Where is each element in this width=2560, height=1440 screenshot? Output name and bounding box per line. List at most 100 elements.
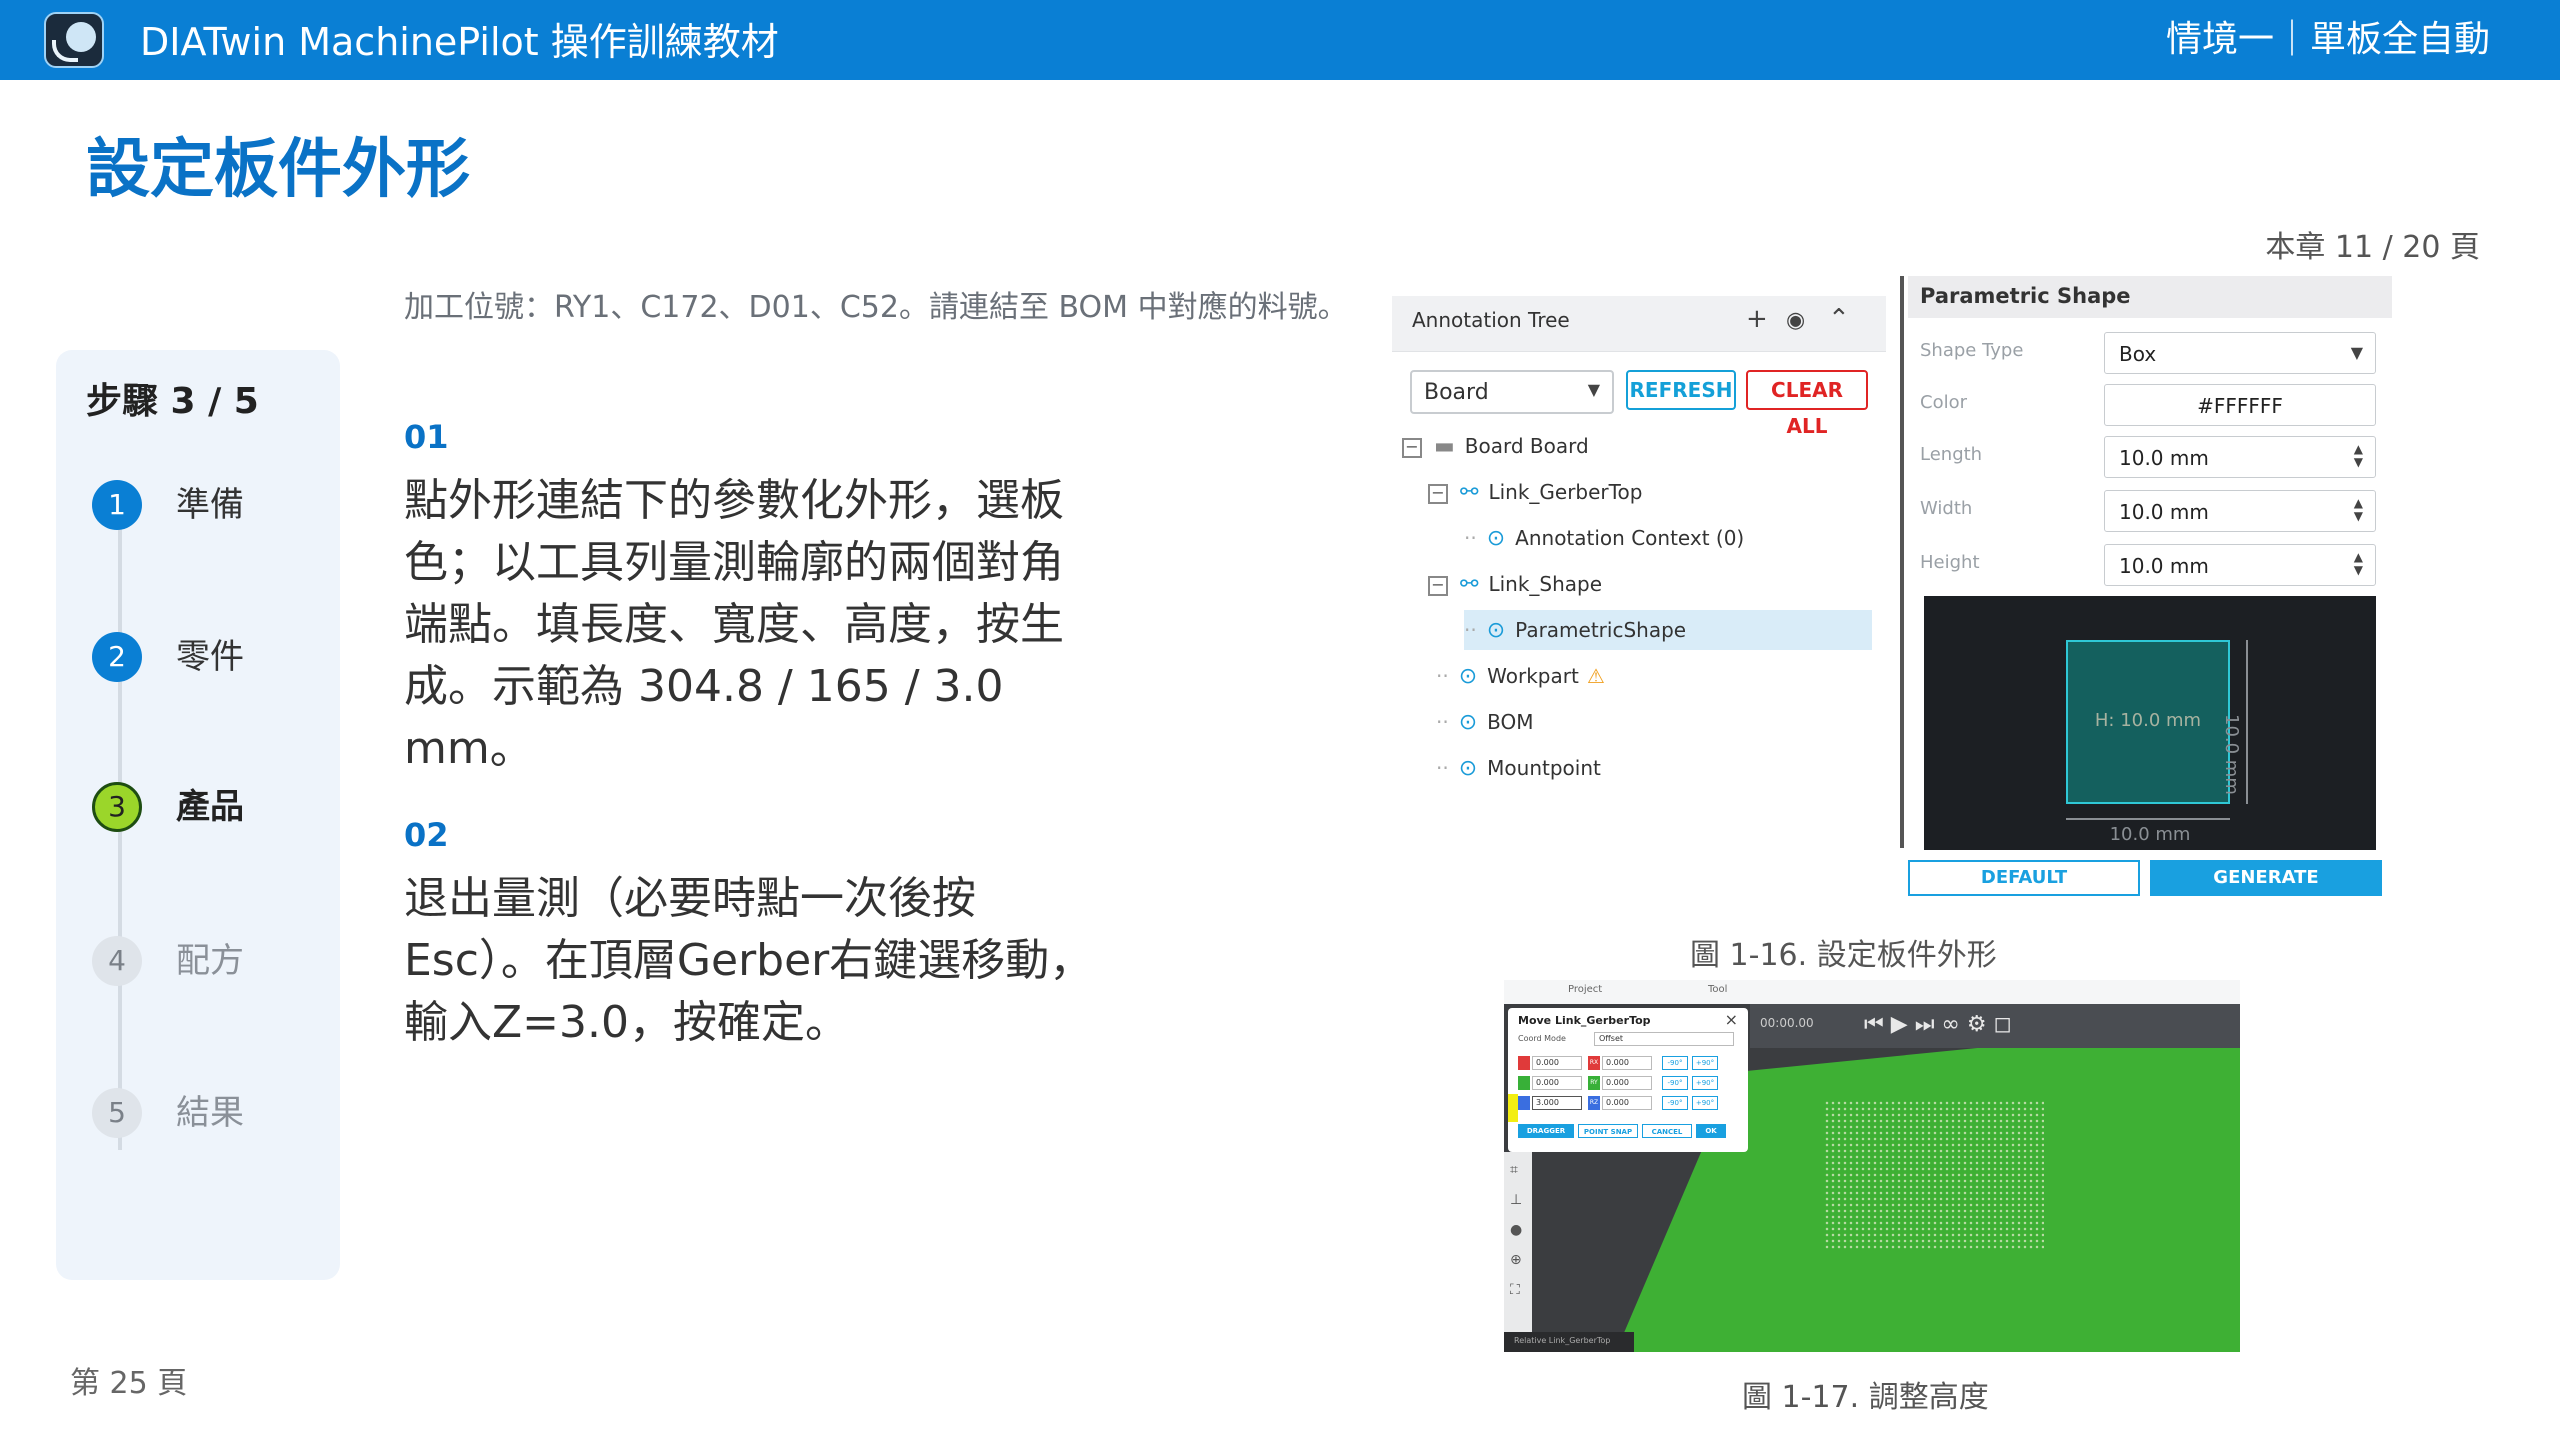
add-icon[interactable]: + — [1746, 304, 1768, 334]
shape-preview: H: 10.0 mm 10.0 mm 10.0 mm — [1924, 596, 2376, 850]
preview-center-label: H: 10.0 mm — [2094, 710, 2202, 731]
panel-title: Parametric Shape — [1920, 284, 2131, 308]
step-label: 結果 — [176, 1093, 244, 1133]
field-label: Coord Mode — [1518, 1034, 1566, 1043]
tree-node-workpart[interactable]: ·· ⊙ Workpart ⚠ — [1436, 656, 1872, 696]
panel-splitter[interactable] — [1900, 276, 1904, 848]
rotation-axis-label: RX — [1588, 1056, 1600, 1070]
refresh-button[interactable]: REFRESH — [1626, 370, 1736, 410]
page-title: 設定板件外形 — [86, 133, 470, 207]
minus-90-button[interactable]: -90° — [1662, 1076, 1688, 1090]
ok-button[interactable]: OK — [1696, 1124, 1726, 1138]
app-logo-icon — [44, 12, 104, 68]
tree-node-label: Annotation Context (0) — [1515, 526, 1745, 550]
measure-icon[interactable]: ⌗ — [1510, 1162, 1518, 1178]
step-1[interactable]: 1 準備 — [92, 474, 332, 534]
field-value: 10.0 mm — [2119, 554, 2209, 578]
step-4[interactable]: 4 配方 — [92, 930, 332, 990]
stepper-arrows-icon[interactable]: ▲ ▼ — [2354, 551, 2363, 577]
stepper-arrows-icon[interactable]: ▲ ▼ — [2354, 443, 2363, 469]
step-count: 步驟 3 / 5 — [86, 381, 259, 422]
offset-y-input[interactable]: 0.000 — [1532, 1076, 1582, 1090]
tab-project[interactable]: Project — [1568, 984, 1602, 995]
rotation-x-input[interactable]: 0.000 — [1602, 1056, 1652, 1070]
pcb-pattern — [1824, 1100, 2044, 1250]
offset-row-y: 0.000 RY 0.000 -90° +90° — [1518, 1076, 1738, 1094]
minus-90-button[interactable]: -90° — [1662, 1056, 1688, 1070]
length-stepper[interactable]: 10.0 mm ▲ ▼ — [2104, 436, 2376, 478]
figure-move-dialog: Project Tool 00:00.00 ⏮ ▶ ⏭ ∞ ⚙ ◻ Move L… — [1504, 980, 2240, 1352]
offset-x-input[interactable]: 0.000 — [1532, 1056, 1582, 1070]
collapse-box-icon[interactable]: − — [1428, 483, 1448, 504]
collapse-box-icon[interactable]: − — [1402, 437, 1422, 458]
ribbon-strip: Project Tool — [1504, 980, 2240, 1004]
tree-node-link-shape[interactable]: − ⚯ Link_Shape — [1428, 564, 1872, 604]
step-label: 零件 — [176, 637, 244, 677]
step-3[interactable]: 3 產品 — [92, 776, 332, 836]
fit-icon[interactable]: ⛶ — [1510, 1282, 1520, 1298]
tree-node-label: Mountpoint — [1487, 756, 1601, 780]
close-icon[interactable]: × — [1725, 1010, 1738, 1029]
generate-button[interactable]: GENERATE — [2150, 860, 2382, 896]
height-dimension-line — [2246, 640, 2248, 804]
axis-icon[interactable]: ⊥ — [1510, 1192, 1522, 1208]
color-field[interactable]: #FFFFFF — [2104, 384, 2376, 426]
rotation-y-input[interactable]: 0.000 — [1602, 1076, 1652, 1090]
tree-title: Annotation Tree — [1412, 308, 1570, 332]
scene-label: 情境一｜單板全自動 — [2165, 19, 2490, 60]
figure-caption: 圖 1-16. 設定板件外形 — [1690, 938, 1997, 973]
width-stepper[interactable]: 10.0 mm ▲ ▼ — [2104, 490, 2376, 532]
steps-sidebar: 步驟 3 / 5 1 準備 2 零件 3 產品 4 配方 5 結果 — [56, 350, 340, 1280]
preview-box: H: 10.0 mm — [2066, 640, 2230, 804]
playback-bar: 00:00.00 ⏮ ▶ ⏭ ∞ ⚙ ◻ — [1750, 1004, 2240, 1048]
rotation-z-input[interactable]: 0.000 — [1602, 1096, 1652, 1110]
tree-node-parametric-shape[interactable]: ·· ⊙ ParametricShape — [1464, 610, 1872, 650]
width-dimension-line — [2066, 818, 2230, 820]
tree-node-annotation-context[interactable]: ·· ⊙ Annotation Context (0) — [1464, 518, 1872, 558]
step-number: 4 — [92, 936, 142, 986]
field-value: 10.0 mm — [2119, 446, 2209, 470]
tree-filter-select[interactable]: Board ▼ — [1410, 370, 1614, 414]
height-stepper[interactable]: 10.0 mm ▲ ▼ — [2104, 544, 2376, 586]
sphere-icon[interactable]: ● — [1510, 1222, 1522, 1238]
plus-90-button[interactable]: +90° — [1692, 1076, 1718, 1090]
rotation-axis-label: RY — [1588, 1076, 1600, 1090]
step-5[interactable]: 5 結果 — [92, 1082, 332, 1142]
section-number: 02 — [404, 816, 449, 854]
coord-mode-select[interactable]: Offset — [1594, 1032, 1734, 1046]
tree-node-bom[interactable]: ·· ⊙ BOM — [1436, 702, 1872, 742]
minus-90-button[interactable]: -90° — [1662, 1096, 1688, 1110]
cancel-button[interactable]: CANCEL — [1642, 1124, 1692, 1138]
tree-node-label: Link_GerberTop — [1488, 480, 1643, 504]
collapse-box-icon[interactable]: − — [1428, 575, 1448, 596]
target-icon: ⊙ — [1458, 710, 1478, 735]
offset-row-z: 3.000 RZ 0.000 -90° +90° — [1518, 1096, 1738, 1114]
plus-90-button[interactable]: +90° — [1692, 1096, 1718, 1110]
tree-node-label: ParametricShape — [1515, 618, 1687, 642]
tree-node-label: Board Board — [1464, 434, 1589, 458]
playback-controls-icon[interactable]: ⏮ ▶ ⏭ ∞ ⚙ ◻ — [1864, 1012, 2012, 1037]
target-icon[interactable]: ⊕ — [1510, 1252, 1522, 1268]
annotation-tree: Annotation Tree + ◉ ⌃ Board ▼ REFRESH CL… — [1392, 296, 1886, 816]
width-dimension-label: 10.0 mm — [2109, 824, 2191, 845]
clear-all-button[interactable]: CLEAR ALL — [1746, 370, 1868, 438]
shape-type-select[interactable]: Box ▼ — [2104, 332, 2376, 374]
collapse-icon[interactable]: ⌃ — [1828, 304, 1850, 334]
step-2[interactable]: 2 零件 — [92, 626, 332, 686]
field-label: Length — [1920, 444, 1983, 465]
tree-node-board[interactable]: − ▬ Board Board — [1402, 426, 1872, 466]
app-title: DIATwin MachinePilot 操作訓練教材 — [140, 20, 779, 64]
dragger-button[interactable]: DRAGGER — [1518, 1124, 1574, 1138]
offset-z-input[interactable]: 3.000 — [1532, 1096, 1582, 1110]
point-snap-button[interactable]: POINT SNAP — [1578, 1124, 1638, 1138]
tab-tool[interactable]: Tool — [1708, 984, 1727, 995]
target-icon: ⊙ — [1458, 756, 1478, 781]
playback-time: 00:00.00 — [1760, 1016, 1814, 1030]
tree-node-mountpoint[interactable]: ·· ⊙ Mountpoint — [1436, 748, 1872, 788]
stepper-arrows-icon[interactable]: ▲ ▼ — [2354, 497, 2363, 523]
tree-node-link-gerbertop[interactable]: − ⚯ Link_GerberTop — [1428, 472, 1872, 512]
default-button[interactable]: DEFAULT — [1908, 860, 2140, 896]
eye-icon[interactable]: ◉ — [1786, 308, 1805, 333]
field-value: #FFFFFF — [2197, 394, 2283, 418]
plus-90-button[interactable]: +90° — [1692, 1056, 1718, 1070]
